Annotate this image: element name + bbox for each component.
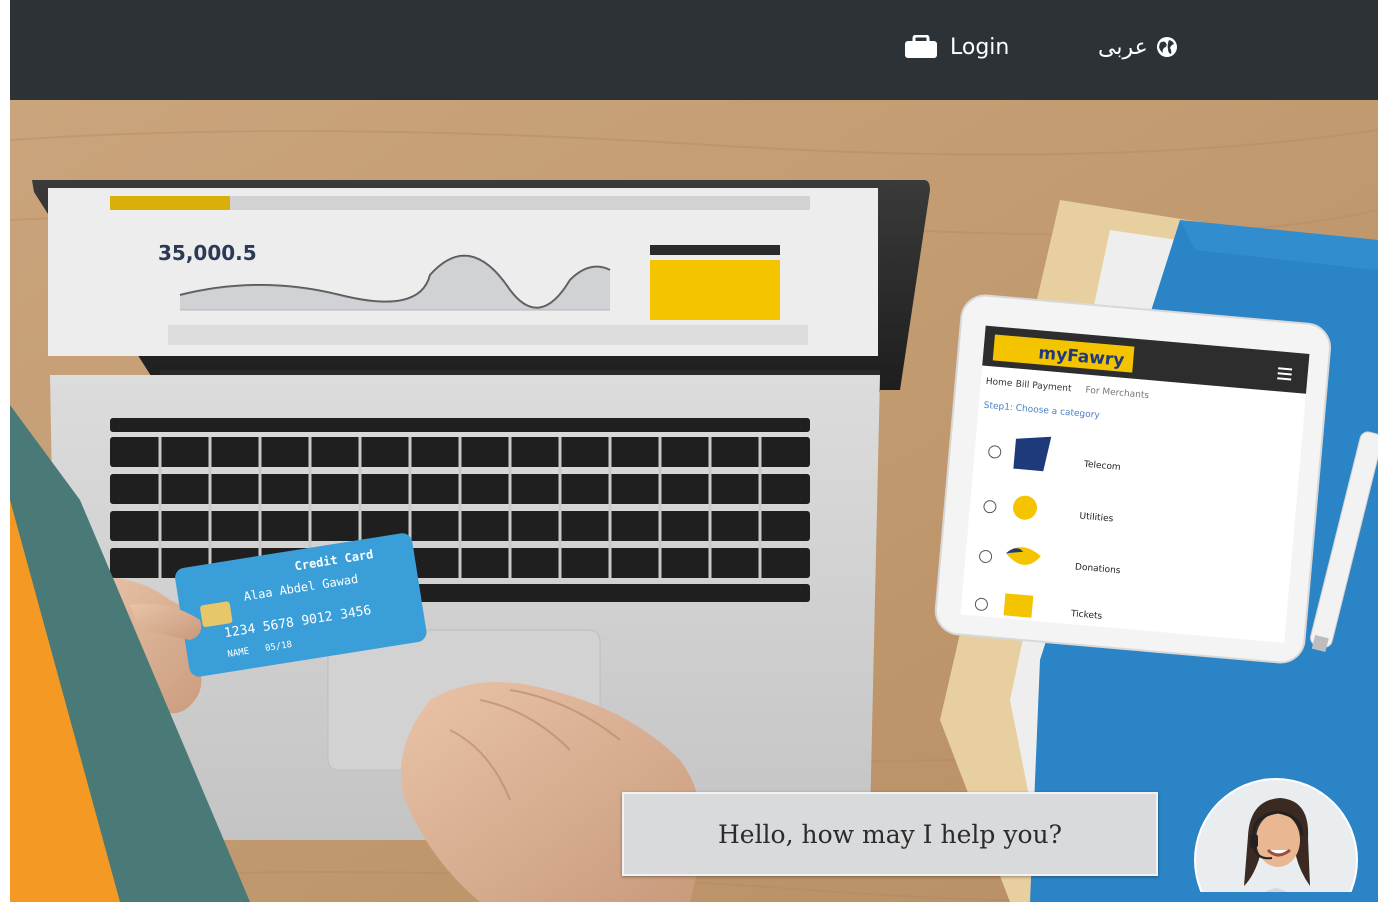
language-switch-link[interactable]: عربى bbox=[1098, 30, 1178, 64]
hero-banner: 35,000.5 myFawry Home Bill Payment For M… bbox=[10, 100, 1378, 902]
support-agent-avatar-image bbox=[1194, 778, 1358, 902]
login-label: Login bbox=[950, 34, 1010, 60]
page: Login عربى 35,000.5 myFawry Home Bill Pa… bbox=[0, 0, 1378, 902]
tablet: myFawry Home Bill Payment For Merchants … bbox=[934, 294, 1332, 664]
support-agent-avatar[interactable] bbox=[1192, 776, 1360, 902]
language-label: عربى bbox=[1098, 34, 1148, 60]
globe-icon bbox=[1148, 36, 1178, 58]
chat-greeting-bubble[interactable]: Hello, how may I help you? bbox=[622, 792, 1158, 876]
left-margin bbox=[0, 0, 10, 902]
briefcase-icon bbox=[904, 35, 950, 59]
login-link[interactable]: Login bbox=[904, 30, 1009, 64]
chat-greeting-text: Hello, how may I help you? bbox=[717, 819, 1063, 849]
laptop-promo-box bbox=[650, 260, 780, 320]
decorative-corner-shapes bbox=[10, 405, 250, 902]
